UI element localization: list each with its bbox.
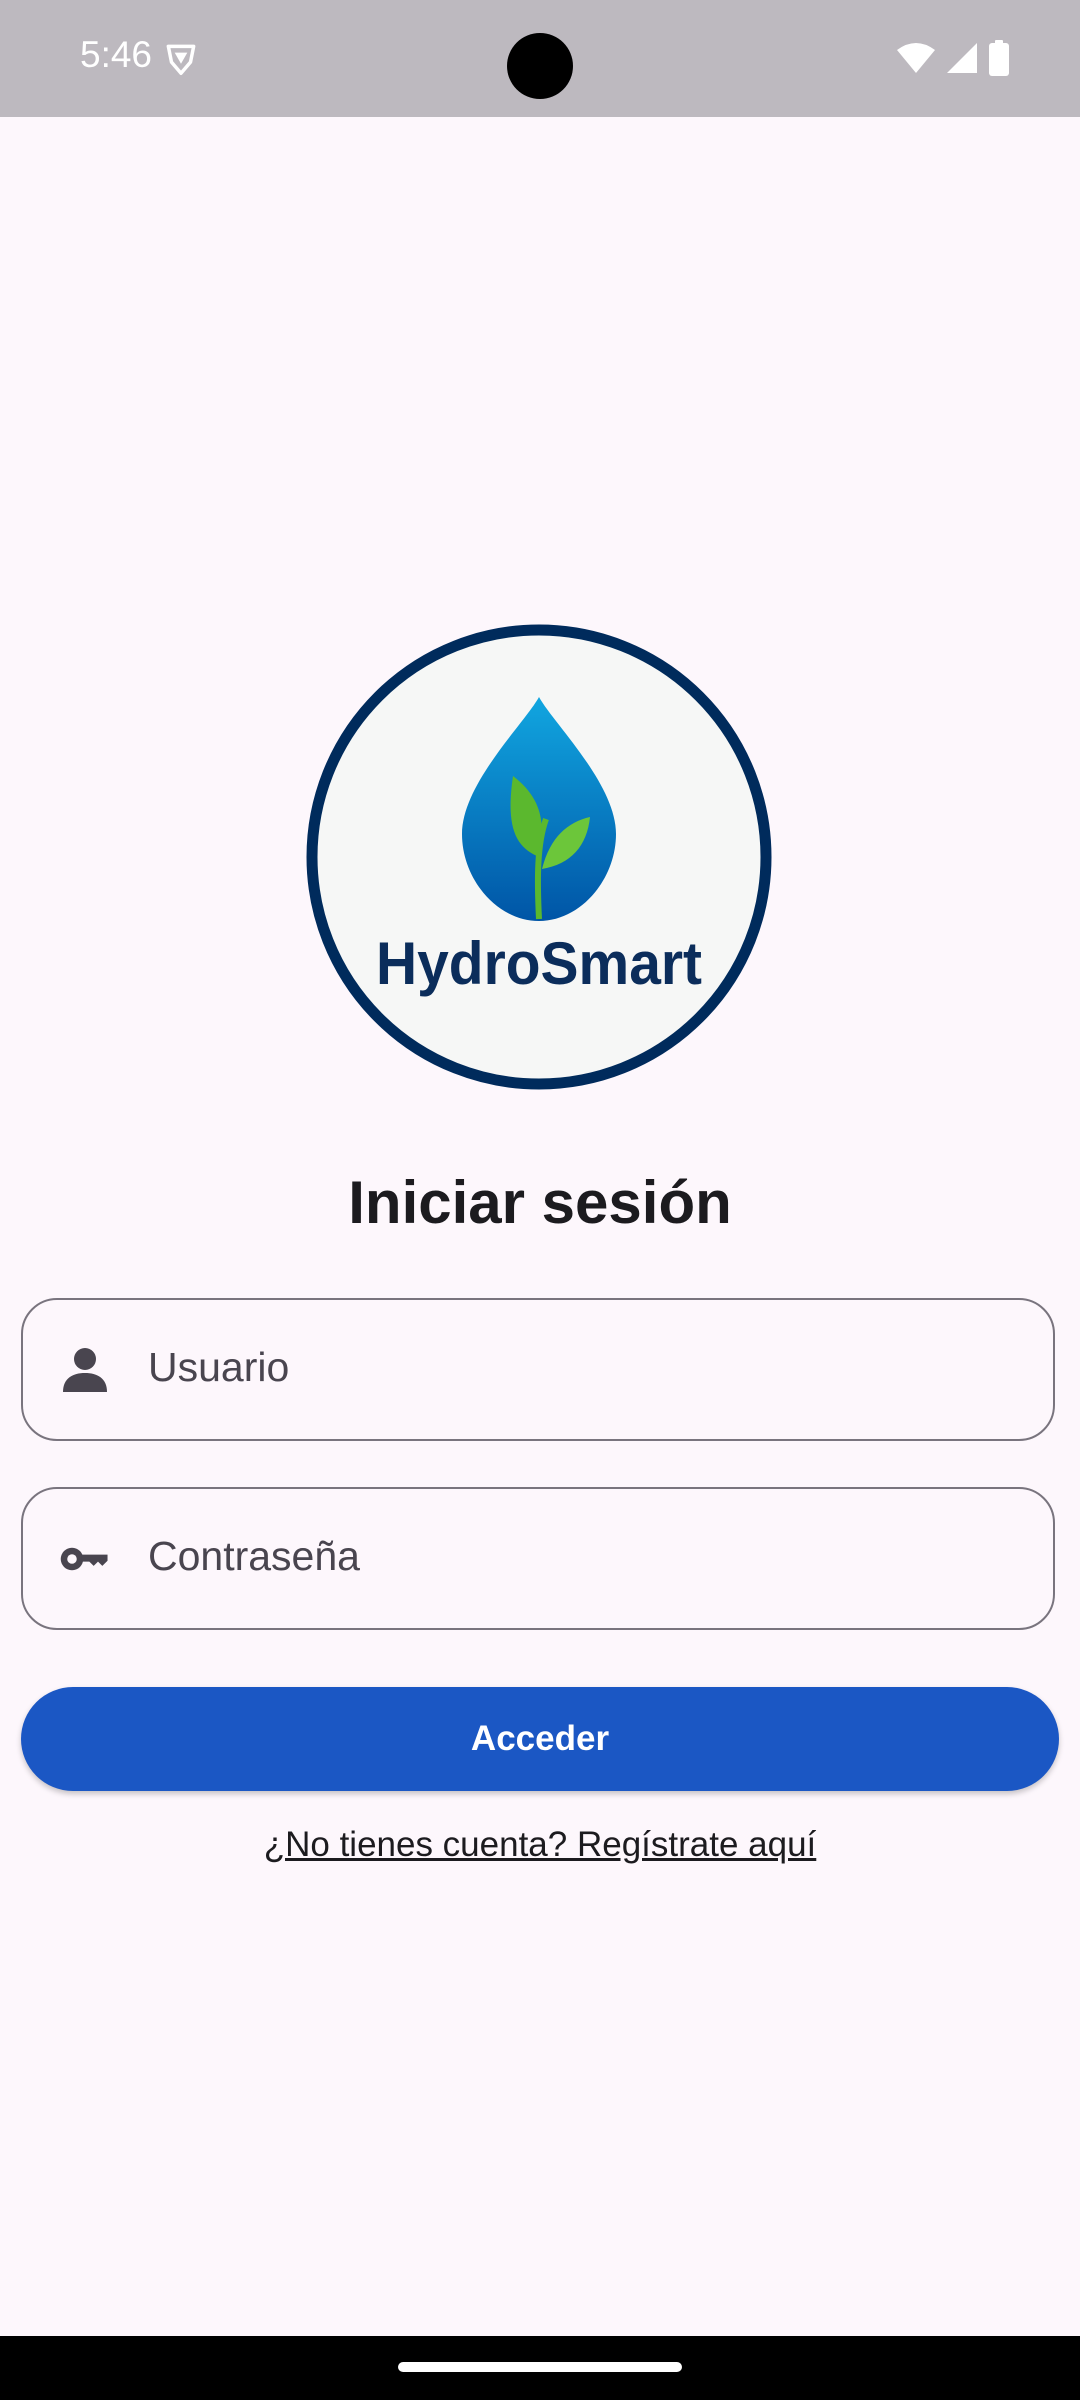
register-link[interactable]: ¿No tienes cuenta? Regístrate aquí [0, 1825, 1080, 1865]
logo-brand-text: HydroSmart [376, 930, 702, 997]
key-icon [60, 1547, 108, 1571]
login-button[interactable]: Acceder [21, 1687, 1059, 1791]
battery-icon [989, 40, 1009, 76]
status-icons [896, 40, 1010, 76]
signal-icon [947, 43, 977, 73]
shield-icon [166, 44, 196, 75]
camera-cutout [507, 33, 573, 99]
hydrosmart-logo: HydroSmart [306, 624, 772, 1090]
password-field[interactable]: Contraseña [21, 1487, 1055, 1630]
logo-graphic: HydroSmart [306, 624, 772, 1090]
username-placeholder: Usuario [148, 1344, 290, 1390]
password-placeholder: Contraseña [148, 1533, 360, 1579]
username-field[interactable]: Usuario [21, 1298, 1055, 1441]
home-indicator[interactable] [398, 2362, 682, 2372]
page-title: Iniciar sesión [348, 1169, 732, 1236]
status-time: 5:46 [80, 34, 153, 75]
wifi-icon [897, 43, 935, 73]
person-icon [63, 1348, 107, 1392]
status-bar: 5:46 [0, 0, 1080, 117]
